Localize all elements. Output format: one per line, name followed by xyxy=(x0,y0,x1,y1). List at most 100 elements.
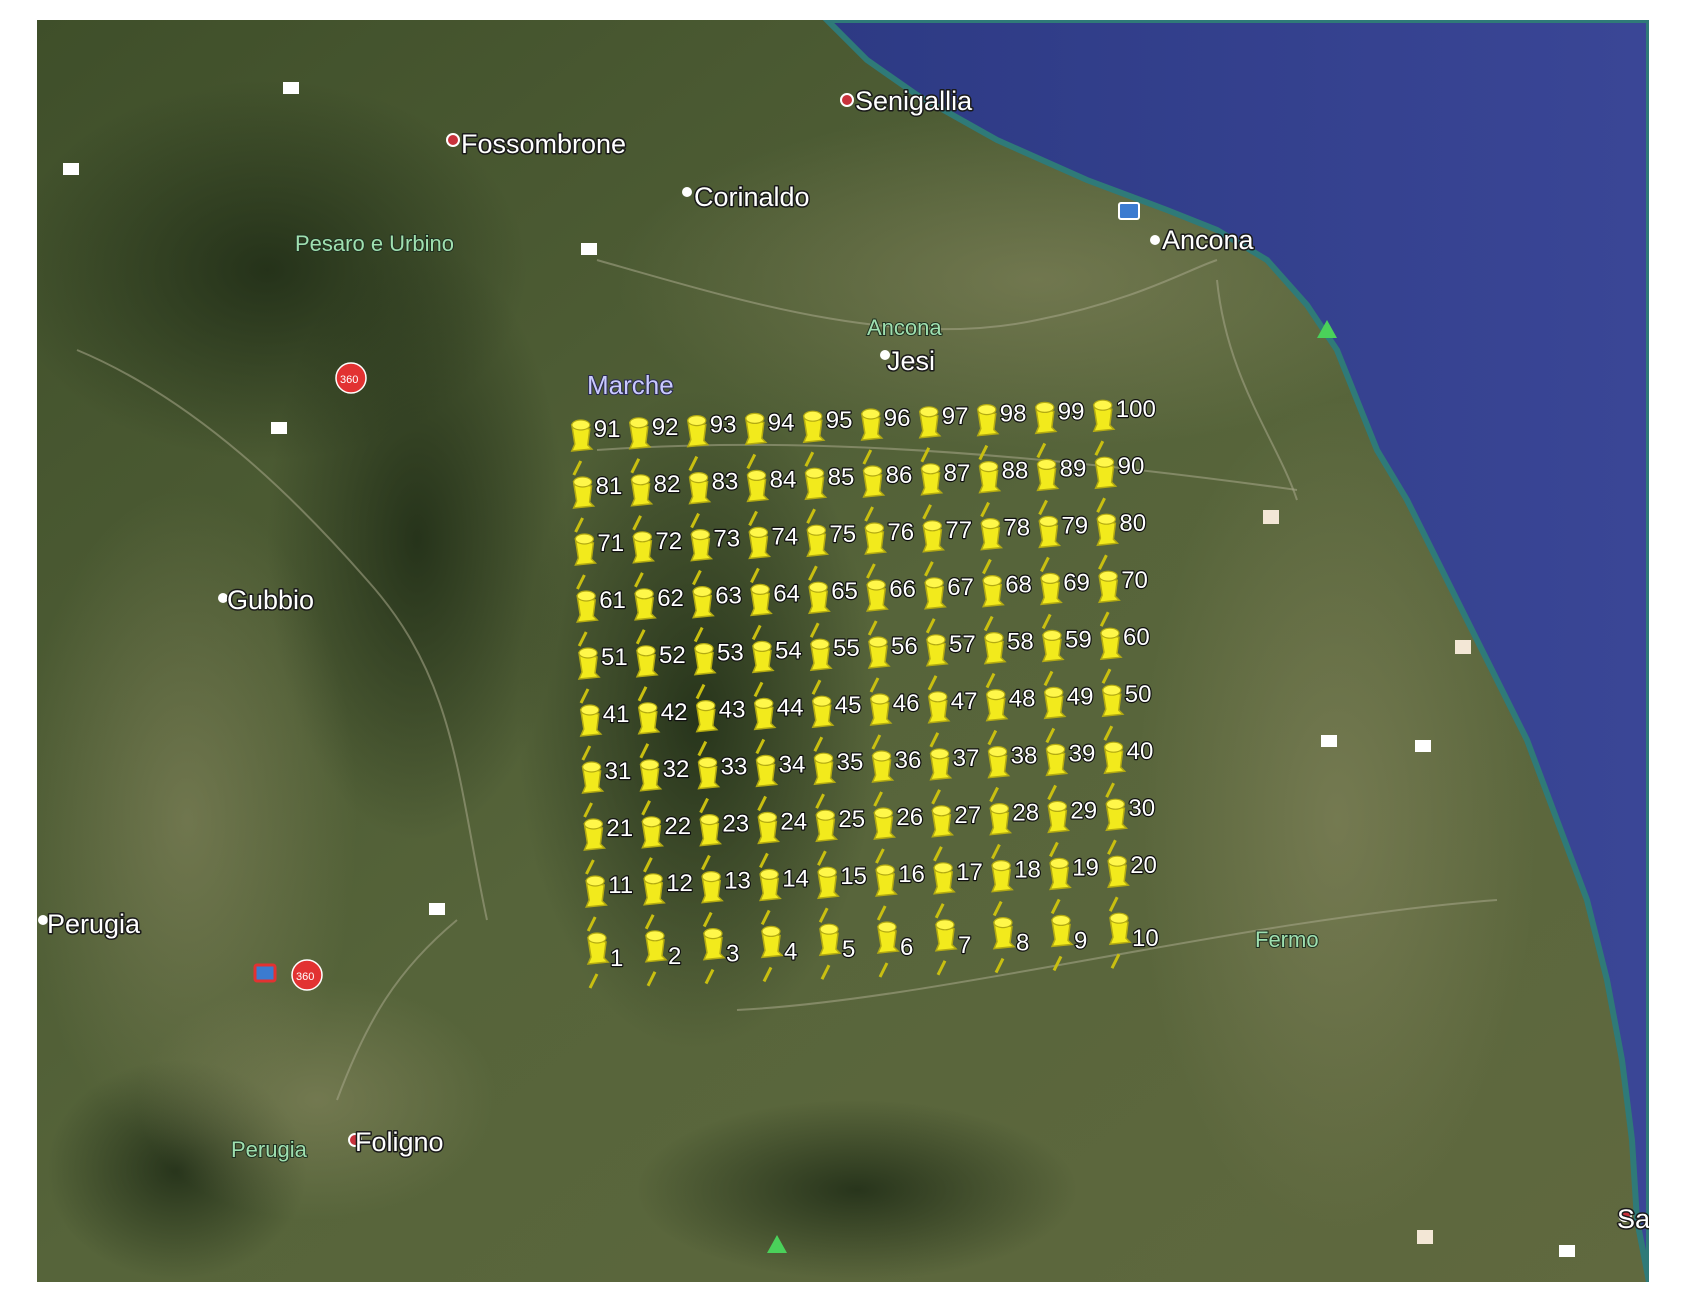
pushpin-label: 86 xyxy=(886,462,913,489)
museum-icon[interactable] xyxy=(1415,740,1431,752)
pushpin-label: 46 xyxy=(893,690,920,717)
pushpin-label: 10 xyxy=(1132,925,1159,952)
city-pin-icon[interactable] xyxy=(840,93,854,107)
place-label-senigallia[interactable]: Senigallia xyxy=(854,85,975,118)
museum-icon[interactable] xyxy=(429,903,445,915)
pushpin-label: 4 xyxy=(784,938,797,965)
hotel-icon[interactable] xyxy=(1417,1230,1433,1244)
pushpin-label: 69 xyxy=(1063,569,1090,596)
pushpin-label: 24 xyxy=(780,808,807,835)
pushpin-label: 51 xyxy=(601,644,628,671)
pushpin-label: 36 xyxy=(895,747,922,774)
pushpin-label: 82 xyxy=(654,471,681,498)
pushpin-label: 83 xyxy=(712,469,739,496)
region-label-fermo: Fermo xyxy=(1255,927,1319,952)
photo-icon[interactable] xyxy=(253,963,277,983)
museum-icon[interactable] xyxy=(581,243,597,255)
pushpin-label: 12 xyxy=(666,870,693,897)
pushpin-label: 26 xyxy=(896,804,923,831)
city-pin-icon[interactable] xyxy=(682,187,692,197)
pushpin-label: 13 xyxy=(724,868,751,895)
pushpin-label: 80 xyxy=(1119,510,1146,537)
pushpin-label: 79 xyxy=(1061,512,1088,539)
pushpin-label: 49 xyxy=(1067,683,1094,710)
museum-icon[interactable] xyxy=(283,82,299,94)
place-label-foligno[interactable]: Foligno xyxy=(354,1126,446,1159)
pushpin-label: 21 xyxy=(606,815,633,842)
map-canvas[interactable]: Pesaro e Urbino Ancona Marche Fermo Peru… xyxy=(37,20,1649,1282)
museum-icon[interactable] xyxy=(1321,735,1337,747)
pushpin-label: 85 xyxy=(828,464,855,491)
pushpin-label: 30 xyxy=(1128,795,1155,822)
pushpin-label: 18 xyxy=(1014,857,1041,884)
pushpin-label: 88 xyxy=(1002,458,1029,485)
pushpin-label: 98 xyxy=(1000,401,1027,428)
region-label-pesaro-e-urbino: Pesaro e Urbino xyxy=(295,231,454,256)
pushpin-label: 73 xyxy=(713,526,740,553)
pushpin-label: 50 xyxy=(1125,681,1152,708)
pushpin-label: 23 xyxy=(722,811,749,838)
pushpin-label: 32 xyxy=(663,756,690,783)
pushpin-label: 28 xyxy=(1012,800,1039,827)
pushpin-label: 77 xyxy=(945,517,972,544)
pushpin-label: 76 xyxy=(887,519,914,546)
pushpin-label: 89 xyxy=(1060,455,1087,482)
pushpin-label: 14 xyxy=(782,865,809,892)
pushpin-label: 95 xyxy=(826,407,853,434)
pushpin-label: 45 xyxy=(835,692,862,719)
place-label-ancona[interactable]: Ancona xyxy=(1161,224,1257,257)
pushpin-label: 5 xyxy=(842,936,855,963)
pushpin-label: 64 xyxy=(773,580,800,607)
pushpin-label: 74 xyxy=(771,523,798,550)
place-label-gubbio[interactable]: Gubbio xyxy=(226,584,316,617)
pushpin-label: 39 xyxy=(1069,740,1096,767)
place-label-fossombrone[interactable]: Fossombrone xyxy=(460,128,628,161)
360-photo-icon[interactable]: 360 xyxy=(335,362,367,394)
satellite-map[interactable]: Pesaro e Urbino Ancona Marche Fermo Peru… xyxy=(37,20,1649,1282)
pushpin-label: 96 xyxy=(884,405,911,432)
hotel-icon[interactable] xyxy=(1455,640,1471,654)
museum-icon[interactable] xyxy=(271,422,287,434)
place-label-corinaldo[interactable]: Corinaldo xyxy=(693,181,812,214)
pushpin-label: 67 xyxy=(947,574,974,601)
place-label-perugia[interactable]: Perugia xyxy=(46,908,143,941)
pushpin-label: 57 xyxy=(949,631,976,658)
svg-text:360: 360 xyxy=(340,374,358,386)
pushpin-label: 2 xyxy=(668,943,681,970)
pushpin-label: 97 xyxy=(942,403,969,430)
pushpin-label: 94 xyxy=(768,409,795,436)
region-label-ancona: Ancona xyxy=(867,315,942,340)
pushpin-label: 66 xyxy=(889,576,916,603)
pushpin-label: 29 xyxy=(1070,797,1097,824)
place-label-sa[interactable]: Sa xyxy=(1616,1203,1650,1236)
pushpin-label: 38 xyxy=(1011,743,1038,770)
pushpin-label: 40 xyxy=(1127,738,1154,765)
pushpin-label: 33 xyxy=(721,754,748,781)
pushpin-label: 59 xyxy=(1065,626,1092,653)
pushpin-label: 9 xyxy=(1074,927,1087,954)
pushpin-label: 53 xyxy=(717,640,744,667)
pushpin-label: 1 xyxy=(610,945,623,972)
pushpin-label: 68 xyxy=(1005,572,1032,599)
museum-icon[interactable] xyxy=(63,163,79,175)
city-pin-icon[interactable] xyxy=(1150,235,1160,245)
pushpin-label: 37 xyxy=(953,745,980,772)
pushpin-label: 16 xyxy=(898,861,925,888)
pushpin-label: 61 xyxy=(599,587,626,614)
place-label-jesi[interactable]: Jesi xyxy=(886,345,937,378)
city-pin-icon[interactable] xyxy=(446,133,460,147)
pushpin-label: 27 xyxy=(954,802,981,829)
pushpin-label: 65 xyxy=(831,578,858,605)
pushpin-label: 22 xyxy=(664,813,691,840)
photo-icon[interactable] xyxy=(1118,202,1140,220)
pushpin-label: 52 xyxy=(659,642,686,669)
pushpin-label: 42 xyxy=(661,699,688,726)
360-photo-icon[interactable]: 360 xyxy=(291,959,323,991)
pushpin-label: 63 xyxy=(715,583,742,610)
pushpin-label: 15 xyxy=(840,863,867,890)
pushpin-label: 17 xyxy=(956,859,983,886)
pushpin-label: 31 xyxy=(605,758,632,785)
pushpin-label: 99 xyxy=(1058,398,1085,425)
museum-icon[interactable] xyxy=(1559,1245,1575,1257)
hotel-icon[interactable] xyxy=(1263,510,1279,524)
